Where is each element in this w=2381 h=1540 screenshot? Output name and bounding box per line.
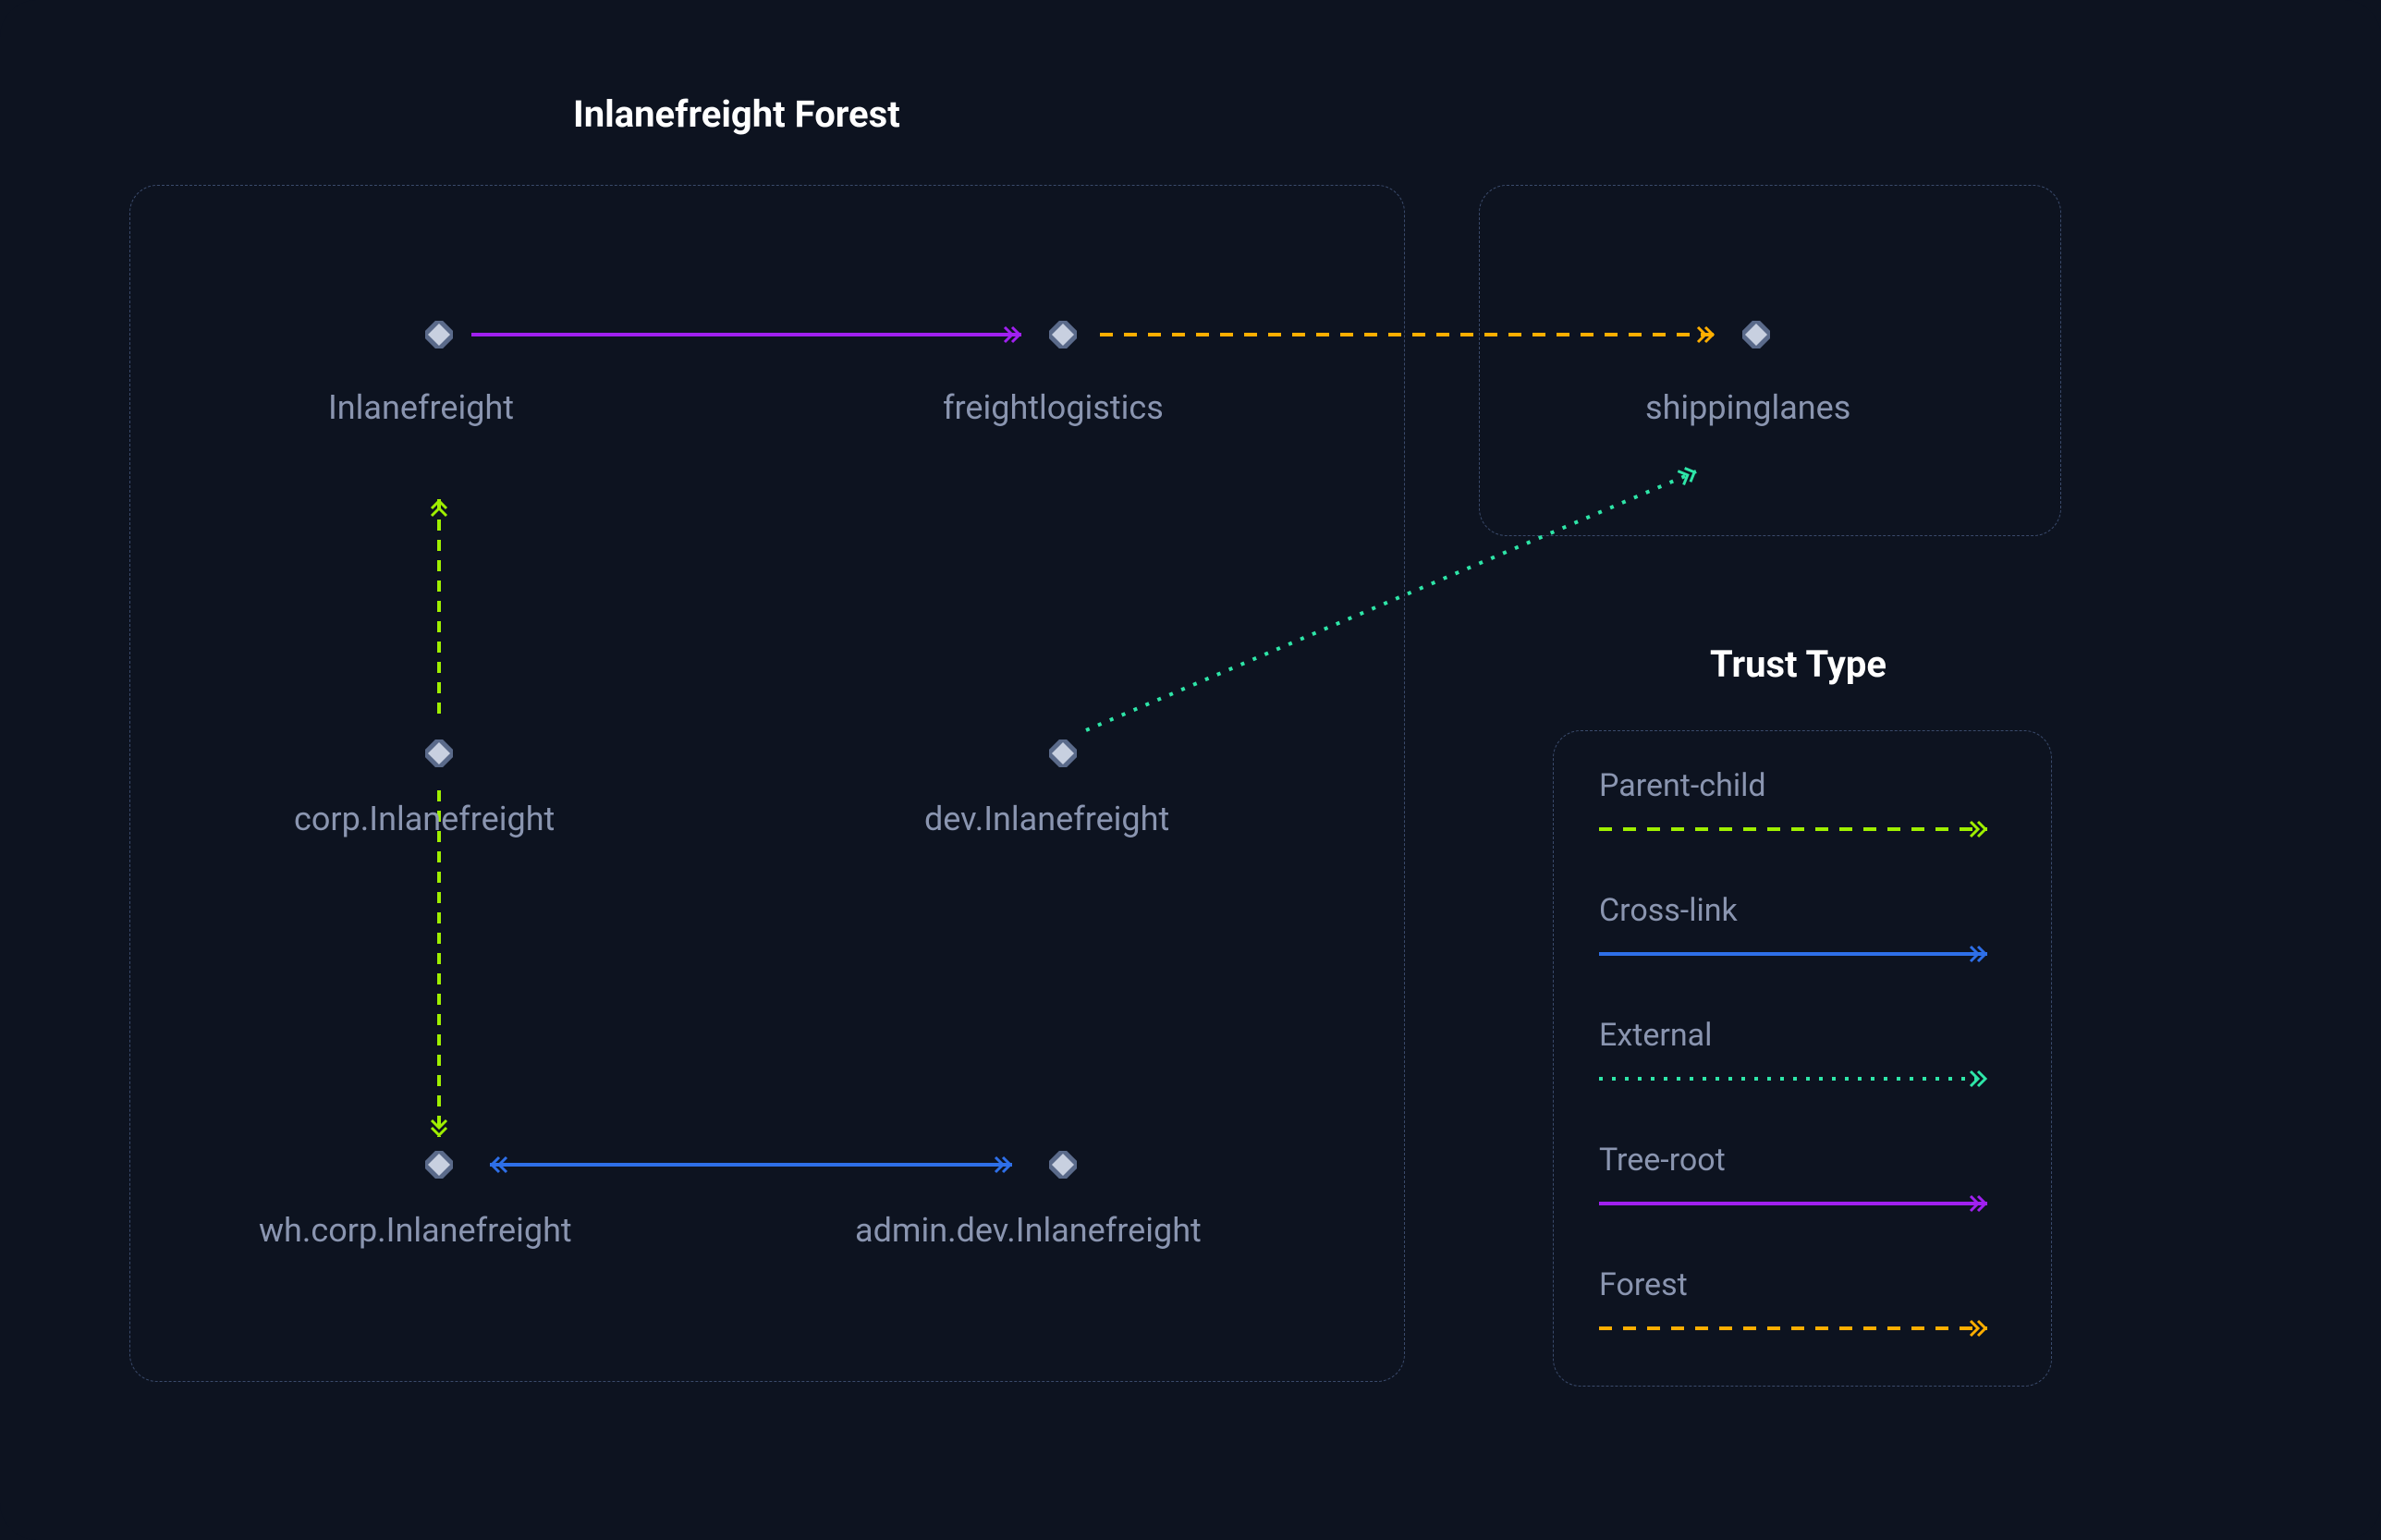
legend-tree-root-line bbox=[1599, 1192, 2006, 1215]
legend-forest-line bbox=[1599, 1317, 2006, 1339]
node-wh-icon bbox=[425, 1151, 453, 1179]
node-inlanefreight-label: Inlanefreight bbox=[328, 388, 514, 427]
node-admin-label: admin.dev.Inlanefreight bbox=[855, 1211, 1202, 1250]
legend-tree-root-label: Tree-root bbox=[1599, 1142, 1726, 1179]
node-dev-label: dev.Inlanefreight bbox=[924, 800, 1169, 838]
shippinglanes-panel bbox=[1479, 185, 2061, 536]
forest-title: Inlanefreight Forest bbox=[573, 92, 900, 136]
legend-cross-link-label: Cross-link bbox=[1599, 892, 1738, 929]
node-freightlogistics-label: freightlogistics bbox=[943, 388, 1164, 427]
node-corp-label: corp.Inlanefreight bbox=[294, 800, 555, 838]
legend-parent-child-line bbox=[1599, 818, 2006, 840]
legend-forest-label: Forest bbox=[1599, 1266, 1688, 1303]
node-inlanefreight-icon bbox=[425, 321, 453, 348]
node-corp-icon bbox=[425, 739, 453, 767]
legend-external-label: External bbox=[1599, 1017, 1712, 1054]
node-admin-icon bbox=[1049, 1151, 1077, 1179]
node-shippinglanes-label: shippinglanes bbox=[1645, 388, 1850, 427]
forest-panel bbox=[129, 185, 1405, 1382]
legend-cross-link-line bbox=[1599, 943, 2006, 965]
legend-external-line bbox=[1599, 1068, 2006, 1090]
node-dev-icon bbox=[1049, 739, 1077, 767]
diagram-canvas: Inlanefreight Forest Trust Type bbox=[0, 0, 2381, 1540]
legend-panel-content: Parent-child Cross-link External Tree-ro… bbox=[1553, 730, 2052, 1387]
legend-title: Trust Type bbox=[1710, 642, 1886, 686]
node-freightlogistics-icon bbox=[1049, 321, 1077, 348]
node-wh-label: wh.corp.Inlanefreight bbox=[259, 1211, 572, 1250]
node-shippinglanes-icon bbox=[1742, 321, 1770, 348]
legend-parent-child-label: Parent-child bbox=[1599, 767, 1766, 804]
